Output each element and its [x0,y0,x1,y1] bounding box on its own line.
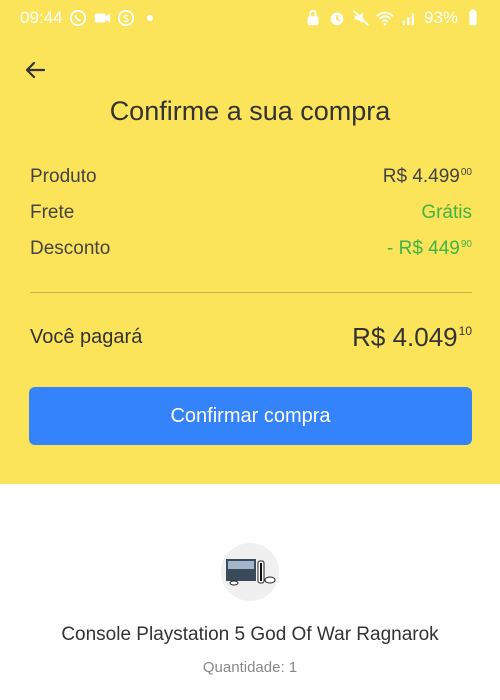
discount-label: Desconto [30,238,111,259]
total-amount-value: R$ 4.049 [352,322,458,352]
shipping-label: Frete [30,202,75,223]
dollar-icon: $ [117,9,135,27]
page-title: Confirme a sua compra [109,96,391,126]
status-time: 09:44 [20,8,63,27]
product-amount: R$ 4.499 00 [383,166,472,188]
battery-percent: 93% [423,8,458,27]
shipping-amount: Grátis [421,202,472,223]
battery-icon [464,9,482,27]
discount-amount-cents: 90 [460,239,472,250]
svg-text:$: $ [122,12,129,25]
alarm-icon [328,9,346,27]
status-left: 09:44 $ [20,8,153,28]
product-amount-cents: 00 [460,167,472,178]
wifi-icon [376,9,394,27]
confirm-purchase-button[interactable]: Confirmar compra [29,387,472,445]
notification-dot-icon [146,15,153,21]
back-button[interactable] [18,54,54,90]
discount-amount-value: - R$ 449 [387,238,460,259]
total-amount: R$ 4.049 10 [352,322,472,353]
video-icon [93,9,111,27]
signal-icon [400,9,418,27]
console-icon [226,559,276,586]
product-amount-value: R$ 4.499 [382,166,460,187]
status-bar: 09:44 $ 93% [0,0,500,36]
arrow-left-icon [24,58,48,87]
shipping-row: Frete Grátis [30,202,472,224]
checkout-summary: Confirme a sua compra Produto R$ 4.499 00… [0,36,500,484]
lock-icon [304,9,322,27]
discount-row: Desconto - R$ 449 90 [30,238,472,260]
discount-amount: - R$ 449 90 [387,238,472,260]
product-quantity: Quantidade: 1 [202,659,298,676]
product-label: Produto [30,166,97,187]
mute-icon [352,9,370,27]
summary-divider [30,292,472,293]
total-label: Você pagará [30,326,143,348]
total-row: Você pagará R$ 4.049 10 [30,322,472,353]
product-name: Console Playstation 5 God Of War Ragnaro… [61,624,439,645]
product-image [221,543,279,601]
status-right: 93% [304,8,482,28]
whatsapp-icon [69,9,87,27]
product-price-row: Produto R$ 4.499 00 [30,166,472,188]
total-amount-cents: 10 [458,324,472,338]
